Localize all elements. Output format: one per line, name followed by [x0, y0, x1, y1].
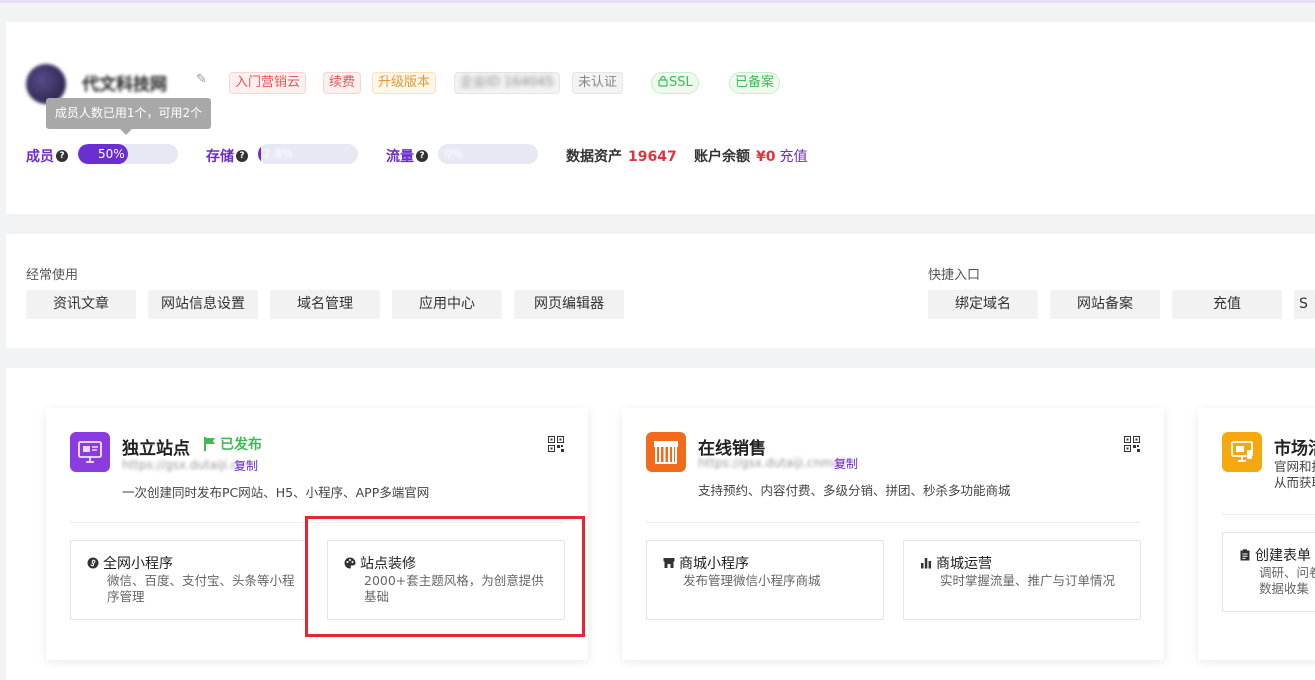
member-label-text: 成员	[26, 149, 54, 165]
help-icon[interactable]: ?	[236, 150, 248, 162]
copy-url-link[interactable]: 复制	[834, 455, 858, 472]
site-icon	[70, 432, 110, 472]
data-assets: 数据资产 19647	[566, 146, 677, 166]
sub-card-desc: 发布管理微信小程序商城	[683, 573, 821, 588]
traffic-usage-bar: 0%	[438, 144, 538, 164]
plan-tag[interactable]: 入门营销云	[229, 72, 307, 94]
shortcut-icp[interactable]: 网站备案	[1050, 290, 1160, 319]
balance-label: 账户余额	[694, 149, 750, 165]
sub-card-title-text: 创建表单	[1255, 548, 1311, 564]
frequent-title: 经常使用	[26, 268, 79, 283]
member-usage-bar: 50%	[78, 144, 178, 164]
sub-card-title: 商城运营	[920, 553, 992, 573]
card-marketing: 市场活 官网和推 从而获取 创建表单 调研、问卷 数据收集	[1198, 408, 1315, 660]
shortcut-bind-domain[interactable]: 绑定域名	[928, 290, 1038, 319]
storage-usage-fill	[258, 144, 261, 164]
data-assets-label: 数据资产	[566, 149, 622, 165]
marketing-icon	[1222, 432, 1262, 472]
sub-card-create-form[interactable]: 创建表单 调研、问卷 数据收集	[1222, 532, 1315, 612]
traffic-label: 流量?	[386, 146, 428, 166]
storage-usage-text: 2.8%	[263, 147, 294, 161]
sub-card-title-text: 商城小程序	[679, 556, 749, 572]
copy-url-link[interactable]: 复制	[234, 457, 258, 474]
sub-card-mall-mini-program[interactable]: 商城小程序 发布管理微信小程序商城	[646, 540, 884, 620]
card-description: 一次创建同时发布PC网站、H5、小程序、APP多端官网	[122, 485, 430, 500]
sub-card-title-text: 商城运营	[936, 556, 992, 572]
store-icon	[646, 432, 686, 472]
card-divider	[1222, 514, 1315, 515]
recharge-link[interactable]: 充值	[779, 149, 807, 165]
top-accent-line	[0, 0, 1315, 3]
frequent-item-page-editor[interactable]: 网页编辑器	[514, 290, 624, 319]
sub-card-title-text: 全网小程序	[103, 556, 173, 572]
published-status: 已发布	[204, 434, 262, 454]
verify-tag[interactable]: 未认证	[572, 72, 624, 94]
verify-text: 未认证	[578, 75, 618, 90]
edit-icon[interactable]: ✎	[196, 72, 207, 87]
help-icon[interactable]: ?	[56, 150, 68, 162]
shortcut-more[interactable]: S	[1294, 290, 1315, 319]
sub-card-desc-line2: 数据收集	[1259, 581, 1310, 596]
enterprise-id-text: 企业ID 164045	[460, 75, 554, 90]
bar-chart-icon	[921, 558, 932, 569]
frequent-item-app-center[interactable]: 应用中心	[392, 290, 502, 319]
site-url: https://gsx.dutaiji.cn	[122, 458, 246, 472]
icp-tag[interactable]: 已备案	[729, 72, 781, 94]
renew-tag[interactable]: 续费	[323, 72, 362, 94]
traffic-usage-text: 0%	[444, 147, 464, 161]
shortcut-recharge[interactable]: 充值	[1172, 290, 1282, 319]
storage-label-text: 存储	[206, 149, 234, 165]
sub-card-title: 创建表单	[1239, 545, 1311, 565]
card-description: 支持预约、内容付费、多级分销、拼团、秒杀多功能商城	[698, 483, 1011, 498]
sub-card-mall-operation[interactable]: 商城运营 实时掌握流量、推广与订单情况	[903, 540, 1141, 620]
published-text: 已发布	[220, 437, 262, 453]
card-divider	[646, 522, 1140, 523]
sub-card-desc-line1: 调研、问卷	[1259, 565, 1315, 580]
sub-card-title: 全网小程序	[87, 553, 173, 573]
card-online-sales: 在线销售 https://gsx.dutaiji.cnmall 复制 支持预约、…	[622, 408, 1164, 660]
sub-card-title: 商城小程序	[663, 553, 749, 573]
help-icon[interactable]: ?	[416, 150, 428, 162]
frequent-item-site-settings[interactable]: 网站信息设置	[148, 290, 258, 319]
balance-value: ¥0	[756, 149, 776, 165]
quick-access-panel: 经常使用 资讯文章 网站信息设置 域名管理 应用中心 网页编辑器 快捷入口 绑定…	[6, 234, 1315, 348]
account-header-panel: 代文科技网 ✎ 入门营销云 续费 升级版本 企业ID 164045 未认证 SS…	[6, 22, 1315, 214]
enterprise-id-tag: 企业ID 164045	[454, 72, 560, 94]
card-title: 独立站点	[122, 439, 190, 459]
frequent-item-articles[interactable]: 资讯文章	[26, 290, 136, 319]
storage-usage-bar: 2.8%	[258, 144, 358, 164]
mini-program-icon	[87, 557, 99, 569]
data-assets-value: 19647	[628, 149, 677, 165]
account-balance: 账户余额 ¥0 充值	[694, 146, 807, 166]
lock-icon	[658, 75, 668, 87]
storage-label: 存储?	[206, 146, 248, 166]
clipboard-icon	[1240, 549, 1250, 561]
product-cards-panel: 独立站点 已发布 https://gsx.dutaiji.cn 复制 一次创建同…	[6, 368, 1315, 680]
member-tooltip: 成员人数已用1个，可用2个	[46, 98, 211, 135]
sub-card-desc: 微信、百度、支付宝、头条等小程序管理	[107, 573, 295, 604]
mall-url: https://gsx.dutaiji.cnmall	[698, 456, 847, 470]
traffic-label-text: 流量	[386, 149, 414, 165]
highlight-box	[305, 516, 585, 637]
frequent-item-domain[interactable]: 域名管理	[270, 290, 380, 319]
ssl-text: SSL	[669, 75, 693, 90]
qr-code-icon[interactable]	[1124, 436, 1140, 452]
ssl-tag[interactable]: SSL	[651, 72, 699, 94]
upgrade-tag[interactable]: 升级版本	[372, 72, 437, 94]
sub-card-mini-program[interactable]: 全网小程序 微信、百度、支付宝、头条等小程序管理	[70, 540, 308, 620]
company-name: 代文科技网	[82, 75, 167, 95]
qr-code-icon[interactable]	[548, 436, 564, 452]
shop-icon	[663, 558, 675, 568]
flag-icon	[204, 437, 215, 451]
shortcuts-title: 快捷入口	[928, 268, 981, 283]
member-usage-text: 50%	[98, 147, 125, 161]
member-label: 成员?	[26, 146, 68, 166]
card-description-line2: 从而获取	[1274, 475, 1315, 490]
sub-card-desc: 实时掌握流量、推广与订单情况	[940, 573, 1116, 588]
